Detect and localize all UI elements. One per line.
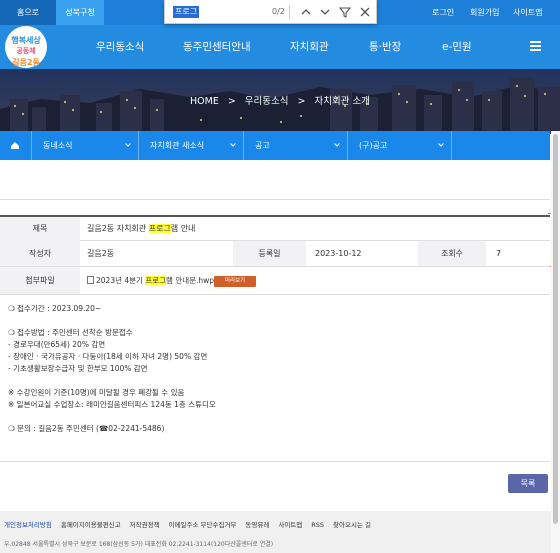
- subnav-spacer: [451, 131, 550, 160]
- content-line: ❍ 접수방법 : 주민센터 선착순 방문접수: [8, 328, 133, 337]
- footer-links: 개인정보처리방침 홈페이지이용불편신고 저작권정책 이메일주소 무단수집거부 동영뮤레 사…: [4, 519, 380, 529]
- chevron-down-icon: [230, 143, 236, 147]
- chevron-down-icon: [334, 143, 340, 147]
- content-line: ※ 수강인원이 기준(10명)에 미달될 경우 폐강될 수 있음: [8, 388, 185, 397]
- find-match-count: 0/2: [272, 7, 285, 16]
- find-in-page-bar: 프로그 0/2: [164, 0, 377, 24]
- breadcrumb-home[interactable]: HOME: [190, 96, 219, 107]
- footer-link-privacy[interactable]: 개인정보처리방침: [4, 521, 52, 529]
- subnav-item-hall-news[interactable]: 자치회관 새소식: [138, 131, 243, 160]
- subnav-item-old-notice[interactable]: (구)공고: [347, 131, 451, 160]
- views-label: 조회수: [418, 241, 486, 266]
- sitemap-link[interactable]: 사이트맵: [513, 0, 542, 25]
- find-divider: [289, 5, 290, 19]
- nav-item-e-minwon[interactable]: e-민원: [442, 25, 472, 69]
- hamburger-icon[interactable]: [530, 41, 541, 51]
- nav-item-news[interactable]: 우리동소식: [96, 25, 144, 69]
- footer-link-copyright[interactable]: 저작권정책: [130, 521, 160, 529]
- post-content: ❍ 접수기간 : 2023.09.20~ ❍ 접수방법 : 주민센터 선착순 방…: [8, 303, 538, 435]
- close-icon[interactable]: [357, 3, 373, 21]
- page: 홈으로 성북구청 로그인 회원가입 사이트맵 행복세상 공동체 길음2동 우리동…: [0, 0, 560, 553]
- content-line: [8, 375, 538, 387]
- content-line: - 장애인 · 국가유공자 · 다둥이(18세 이하 자녀 2명) 50% 감면: [8, 352, 208, 361]
- footer-address: 우.02848 서울특별시 성북구 보문로 168(삼선동 5가) 대표전화 0…: [4, 541, 274, 548]
- section-divider: [0, 199, 550, 200]
- breadcrumb-separator: >: [297, 96, 306, 107]
- content-line: - 경로우대(만65세) 20% 감면: [8, 340, 106, 349]
- main-navbar: [0, 25, 560, 69]
- views-value: 7: [496, 249, 502, 258]
- attachment-row: 첨부파일 2023년 4분기 프로그램 안내문.hwp: [0, 267, 550, 295]
- login-link[interactable]: 로그인: [432, 0, 454, 25]
- chevron-up-icon[interactable]: [298, 3, 314, 21]
- nav-item-tong-ban-leader[interactable]: 통·반장: [369, 25, 401, 69]
- home-icon[interactable]: [4, 134, 26, 157]
- footer-link-rss[interactable]: RSS: [311, 521, 324, 529]
- content-divider: [0, 461, 550, 462]
- content-line: ※ 일본어교실 수업장소: 래미안길음센터피스 124동 1층 스튜디오: [8, 400, 216, 409]
- chevron-down-icon: [438, 143, 444, 147]
- scrollbar-thumb[interactable]: [553, 134, 558, 524]
- list-button[interactable]: 목록: [508, 474, 548, 493]
- breadcrumb-separator: >: [227, 96, 236, 107]
- subnav-item-notice[interactable]: 공고: [243, 131, 347, 160]
- preview-button[interactable]: 미리보기: [214, 276, 256, 287]
- footer-link-sitemap[interactable]: 사이트맵: [278, 521, 302, 529]
- subnav-item-local-news[interactable]: 동네소식: [31, 131, 138, 160]
- search-highlight: 프로그: [145, 276, 167, 285]
- post-title-row: 제목 길음2동 자치회관 프로그램 안내: [0, 215, 550, 241]
- chevron-down-icon[interactable]: [317, 3, 333, 21]
- post-title: 길음2동 자치회관 프로그램 안내: [87, 224, 196, 233]
- seongbuk-gu-link[interactable]: 성북구청: [56, 0, 104, 25]
- post-meta-row: 작성자 길음2동 등록일 2023-10-12 조회수 7: [0, 241, 550, 267]
- footer-link-video[interactable]: 동영뮤레: [245, 521, 269, 529]
- logo-text: 행복세상 공동체 길음2동: [11, 36, 41, 67]
- find-input[interactable]: 프로그: [173, 6, 200, 18]
- breadcrumb: HOME > 우리동소식 > 자치회관 소개: [190, 95, 379, 109]
- content-line: [8, 315, 538, 327]
- date-label: 등록일: [233, 241, 306, 266]
- attachment-label: 첨부파일: [0, 267, 80, 294]
- content-line: [8, 411, 538, 423]
- nav-item-center-info[interactable]: 동주민센터안내: [183, 25, 251, 69]
- content-line: ❍ 접수기간 : 2023.09.20~: [8, 304, 102, 313]
- file-icon: [87, 276, 94, 284]
- attachment-link[interactable]: 2023년 4분기 프로그램 안내문.hwp: [87, 267, 214, 294]
- filter-icon[interactable]: [337, 3, 353, 21]
- search-highlight: 프로그: [148, 224, 171, 233]
- title-label: 제목: [0, 217, 80, 241]
- author-label: 작성자: [0, 241, 80, 266]
- site-logo[interactable]: 행복세상 공동체 길음2동: [5, 26, 47, 68]
- nav-item-self-governing-hall[interactable]: 자치회관: [290, 25, 329, 69]
- chevron-down-icon: [125, 143, 131, 147]
- home-link[interactable]: 홈으로: [0, 0, 56, 25]
- breadcrumb-news[interactable]: 우리동소식: [245, 96, 289, 107]
- footer-link-directions[interactable]: 찾아오시는 길: [333, 521, 371, 529]
- content-line: - 기초생활보장수급자 및 한부모 100% 감면: [8, 364, 148, 373]
- footer-link-report[interactable]: 홈페이지이용불편신고: [61, 521, 121, 529]
- content-line: ❍ 문의 : 길음2동 주민센터 (☎02-2241-5486): [8, 424, 165, 433]
- author-value: 길음2동: [87, 249, 115, 258]
- footer-link-email-policy[interactable]: 이메일주소 무단수집거부: [169, 521, 237, 529]
- breadcrumb-current: 자치회관 소개: [314, 96, 370, 107]
- date-value: 2023-10-12: [315, 249, 362, 258]
- signup-link[interactable]: 회원가입: [470, 0, 499, 25]
